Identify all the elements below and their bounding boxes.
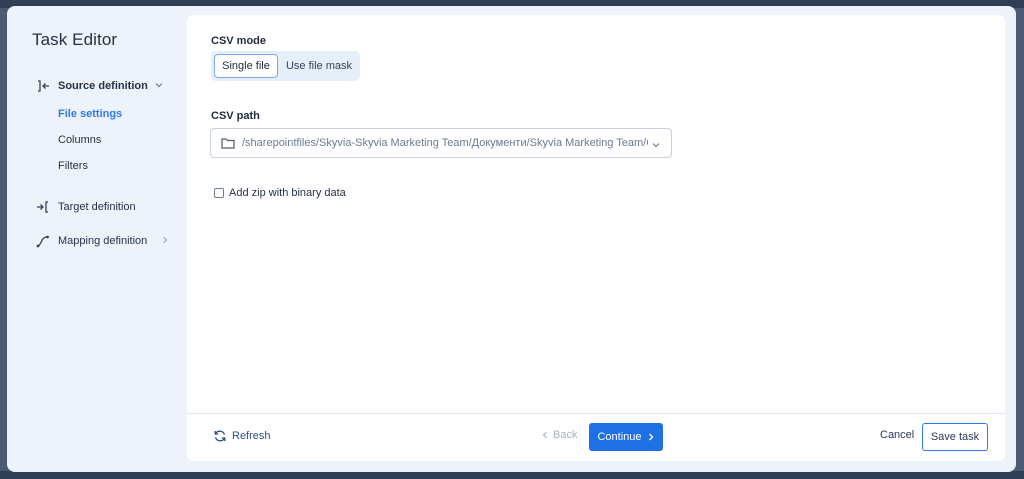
- sidebar-item-mapping-definition[interactable]: Mapping definition: [35, 231, 168, 251]
- chevron-right-icon: [647, 432, 655, 442]
- csv-mode-toggle: Single file Use file mask: [211, 51, 360, 81]
- sidebar-title: Task Editor: [32, 30, 118, 49]
- sidebar-item-target-definition[interactable]: Target definition: [35, 197, 136, 217]
- backdrop-bottombar: [0, 471, 1024, 479]
- footer: Refresh Back Continue Cancel Save task: [187, 413, 1005, 461]
- csv-mode-file-mask[interactable]: Use file mask: [281, 54, 357, 78]
- mapping-icon: [35, 234, 51, 248]
- sidebar-item-source-definition[interactable]: Source definition: [35, 76, 163, 96]
- save-task-button[interactable]: Save task: [922, 423, 988, 451]
- sidebar-item-label: Mapping definition: [58, 235, 148, 247]
- task-editor-modal: Task Editor Source definition File setti…: [7, 6, 1016, 472]
- source-icon: [35, 79, 51, 93]
- csv-path-value: /sharepointfiles/Skyvia-Skyvia Marketing…: [242, 137, 648, 149]
- cancel-button[interactable]: Cancel: [880, 429, 914, 441]
- zip-binary-label: Add zip with binary data: [229, 187, 346, 199]
- zip-binary-checkbox[interactable]: [214, 188, 224, 198]
- sidebar-subitem-file-settings[interactable]: File settings: [58, 108, 122, 120]
- sidebar-subitem-columns[interactable]: Columns: [58, 134, 101, 146]
- sidebar-item-label: Target definition: [58, 201, 136, 213]
- back-button[interactable]: Back: [541, 429, 577, 441]
- sidebar-subitem-filters[interactable]: Filters: [58, 160, 88, 172]
- csv-path-select[interactable]: /sharepointfiles/Skyvia-Skyvia Marketing…: [210, 128, 672, 158]
- csv-mode-single-file[interactable]: Single file: [214, 54, 278, 78]
- sidebar-item-label: Source definition: [58, 80, 148, 92]
- main-content: CSV mode Single file Use file mask CSV p…: [187, 15, 1005, 461]
- sidebar: Task Editor Source definition File setti…: [7, 6, 187, 472]
- zip-binary-checkbox-row[interactable]: Add zip with binary data: [214, 187, 346, 199]
- chevron-left-icon: [541, 430, 549, 440]
- refresh-button[interactable]: Refresh: [213, 429, 271, 443]
- continue-label: Continue: [597, 431, 642, 443]
- csv-mode-label: CSV mode: [211, 35, 267, 47]
- back-label: Back: [553, 429, 578, 441]
- target-icon: [35, 200, 51, 214]
- continue-button[interactable]: Continue: [589, 423, 663, 451]
- refresh-label: Refresh: [232, 430, 271, 442]
- csv-path-label: CSV path: [211, 110, 260, 122]
- chevron-down-icon: [650, 138, 662, 150]
- refresh-icon: [213, 429, 227, 443]
- chevron-down-icon: [153, 79, 165, 91]
- chevron-right-icon: [159, 234, 171, 246]
- folder-icon: [220, 136, 236, 150]
